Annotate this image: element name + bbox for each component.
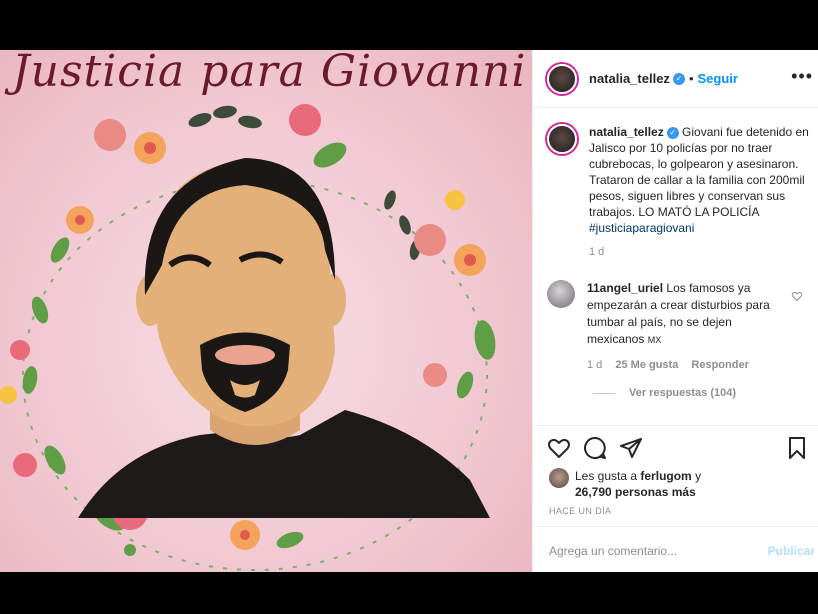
caption-hashtag[interactable]: #justiciaparagiovani — [589, 221, 694, 235]
publish-button[interactable]: Publicar — [768, 544, 815, 558]
comment-meta: 1 d 25 Me gusta Responder — [587, 357, 787, 374]
liker-username[interactable]: ferlugom — [640, 469, 691, 483]
flag-text: MX — [647, 335, 662, 345]
author-avatar[interactable] — [547, 63, 577, 94]
caption-text-block: natalia_tellez ✓ Giovani fue detenido en … — [589, 124, 809, 260]
likes-prefix: Les gusta a — [575, 469, 638, 483]
paper-plane-icon[interactable] — [619, 436, 643, 460]
caption-avatar[interactable] — [547, 124, 577, 154]
image-title: Justicia para Giovanni — [12, 50, 527, 97]
add-comment-bar: Agrega un comentario... Publicar — [533, 526, 818, 576]
comment-icon[interactable] — [583, 436, 607, 460]
heart-icon[interactable] — [547, 436, 571, 460]
view-replies-label: Ver respuestas (104) — [629, 387, 737, 399]
caption-username[interactable]: natalia_tellez — [589, 125, 664, 139]
post-image[interactable]: Justicia para Giovanni — [0, 50, 532, 572]
likes-suffix: y — [695, 469, 702, 483]
post-header: natalia_tellez ✓ • Seguir ••• — [533, 50, 818, 108]
reply-button[interactable]: Responder — [691, 359, 748, 371]
author-username[interactable]: natalia_tellez — [589, 71, 670, 86]
comment-item: 11angel_uriel Los famosos ya empezarán a… — [547, 280, 809, 374]
commenter-username[interactable]: 11angel_uriel — [587, 281, 663, 295]
post-modal: Justicia para Giovanni natalia_tellez ✓ … — [0, 50, 818, 572]
likes-summary: Les gusta a ferlugom y 26,790 personas m… — [549, 468, 701, 500]
verified-badge-icon: ✓ — [672, 72, 685, 85]
post-side-panel: natalia_tellez ✓ • Seguir ••• natalia_te… — [532, 50, 818, 572]
more-options-icon[interactable]: ••• — [791, 66, 813, 87]
likes-text: Les gusta a ferlugom y 26,790 personas m… — [575, 468, 701, 500]
comment-input[interactable]: Agrega un comentario... — [549, 544, 677, 558]
caption-time: 1 d — [589, 246, 605, 258]
posted-ago: HACE UN DÍA — [549, 506, 612, 516]
comment-likes[interactable]: 25 Me gusta — [615, 359, 678, 371]
verified-badge-icon: ✓ — [666, 126, 679, 139]
comment-time: 1 d — [587, 359, 603, 371]
bookmark-icon[interactable] — [785, 436, 809, 460]
follow-button[interactable]: Seguir — [698, 71, 738, 86]
action-icon-row — [547, 436, 809, 460]
illustration — [0, 104, 496, 571]
likes-others[interactable]: 26,790 personas más — [575, 485, 696, 499]
post-caption: natalia_tellez ✓ Giovani fue detenido en … — [547, 124, 809, 260]
post-actions-section: Les gusta a ferlugom y 26,790 personas m… — [533, 425, 818, 576]
caption-body: Giovani fue detenido en Jalisco por 10 p… — [589, 125, 809, 219]
view-replies-button[interactable]: Ver respuestas (104) — [593, 387, 736, 399]
comment-text-block: 11angel_uriel Los famosos ya empezarán a… — [587, 280, 787, 374]
separator-dot: • — [688, 71, 694, 86]
replies-divider — [593, 392, 615, 394]
liker-avatar[interactable] — [549, 468, 569, 488]
commenter-avatar[interactable] — [547, 280, 575, 308]
comment-heart-icon[interactable] — [791, 290, 803, 302]
